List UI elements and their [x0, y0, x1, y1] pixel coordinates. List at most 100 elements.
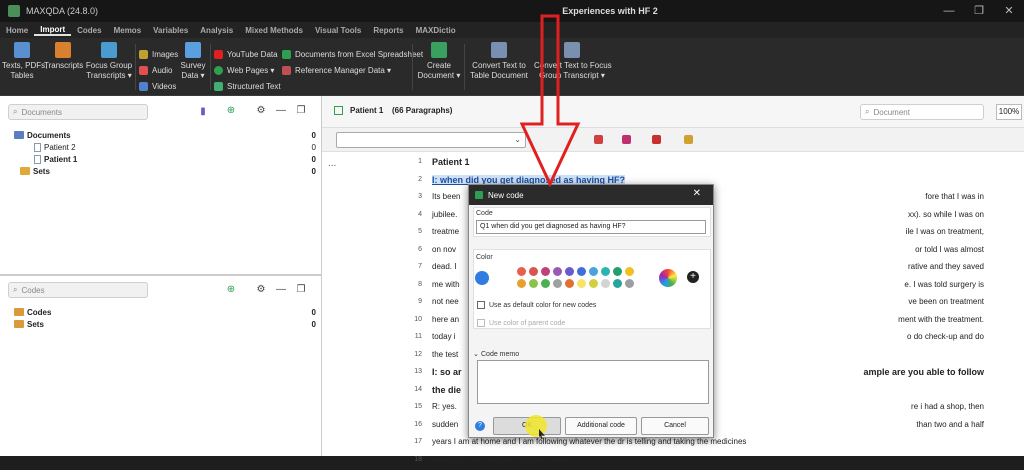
color-wheel-icon[interactable] [659, 269, 677, 287]
create-document-button[interactable]: Create Document ▾ [416, 42, 462, 81]
add-document-icon[interactable]: ⊕ [226, 106, 236, 116]
documents-from-excel-button[interactable]: Documents from Excel Spreadsheet [282, 48, 423, 60]
window-title: Experiences with HF 2 [562, 6, 658, 16]
text-document-icon [34, 154, 41, 164]
additional-code-button[interactable]: Additional code [565, 417, 637, 435]
minimize-panel-icon[interactable]: — [276, 285, 286, 295]
tab-codes[interactable]: Codes [71, 26, 107, 35]
document-search-input[interactable]: ⌕ Document [860, 104, 984, 120]
parent-color-checkbox[interactable] [477, 319, 485, 327]
code-label: Code [476, 210, 493, 217]
color-swatch[interactable] [613, 279, 622, 288]
structured-text-button[interactable]: Structured Text [214, 80, 281, 92]
texts-icon [14, 42, 30, 58]
reference-manager-button[interactable]: Reference Manager Data ▾ [282, 64, 391, 76]
code-select-dropdown[interactable]: ⌄ [336, 132, 526, 148]
color-swatch[interactable] [613, 267, 622, 276]
selected-color-icon[interactable] [475, 271, 489, 285]
color-swatch[interactable] [517, 267, 526, 276]
color-swatch[interactable] [577, 267, 586, 276]
color-swatch[interactable] [625, 267, 634, 276]
add-color-icon[interactable]: + [687, 271, 699, 283]
color-swatch[interactable] [589, 267, 598, 276]
add-code-icon[interactable]: ⊕ [226, 285, 236, 295]
color-swatch[interactable] [625, 279, 634, 288]
structured-text-icon [214, 81, 223, 91]
undock-panel-icon[interactable]: ❐ [296, 106, 306, 116]
close-dialog-button[interactable]: ✕ [693, 188, 701, 199]
color-swatch[interactable] [517, 279, 526, 288]
color-swatch[interactable] [577, 279, 586, 288]
chevron-down-icon[interactable]: ⌄ [473, 350, 479, 358]
color-swatch[interactable] [565, 279, 574, 288]
document-line[interactable]: 18 correctly i have become so much better [322, 452, 1024, 470]
zoom-field[interactable]: 100% [996, 104, 1022, 120]
line-text-right: ample are you able to follow [863, 367, 984, 377]
gear-icon[interactable]: ⚙ [256, 106, 266, 116]
color-swatch[interactable] [601, 279, 610, 288]
color-swatch[interactable] [565, 267, 574, 276]
document-search-input[interactable]: ⌕ Documents [8, 104, 148, 120]
cancel-button[interactable]: Cancel [641, 417, 709, 435]
line-text-right: ile I was on treatment, [905, 227, 984, 236]
sets-icon [20, 167, 30, 175]
tree-codes[interactable]: Codes 0 [14, 306, 320, 318]
line-text-right: or told I was almost [915, 244, 984, 254]
document-line[interactable]: 1 Patient 1 [322, 154, 1024, 172]
close-window-button[interactable]: ✕ [994, 0, 1024, 22]
color-code-icon[interactable] [622, 135, 631, 144]
color-swatch[interactable] [553, 279, 562, 288]
panel-divider[interactable] [0, 274, 322, 276]
help-button[interactable]: ? [475, 421, 485, 431]
texts-pdfs-tables-button[interactable]: Texts, PDFs, Tables [2, 42, 47, 81]
color-swatch[interactable] [589, 279, 598, 288]
color-swatch[interactable] [529, 279, 538, 288]
code-memo-textarea[interactable] [477, 360, 709, 404]
menu-bar: Home Import Codes Memos Variables Analys… [0, 22, 1024, 38]
tab-analysis[interactable]: Analysis [194, 26, 239, 35]
undock-panel-icon[interactable]: ❐ [296, 285, 306, 295]
tab-variables[interactable]: Variables [147, 26, 194, 35]
tab-memos[interactable]: Memos [108, 26, 148, 35]
web-pages-button[interactable]: Web Pages ▾ [214, 64, 274, 76]
pen-icon[interactable] [652, 135, 661, 144]
memo-icon[interactable] [684, 135, 693, 144]
images-button[interactable]: Images [139, 48, 178, 60]
document-icon[interactable]: ▮ [198, 107, 208, 117]
edit-icon[interactable] [334, 106, 343, 115]
tab-mixed-methods[interactable]: Mixed Methods [239, 26, 309, 35]
focus-group-transcripts-button[interactable]: Focus Group Transcripts ▾ [84, 42, 134, 81]
audio-button[interactable]: Audio [139, 64, 172, 76]
tree-documents[interactable]: Documents 0 [14, 129, 320, 141]
survey-data-button[interactable]: Survey Data ▾ [178, 42, 208, 81]
reference-manager-icon [282, 65, 291, 75]
highlight-icon[interactable] [594, 135, 603, 144]
transcripts-button[interactable]: Transcripts [44, 42, 83, 71]
tab-maxdictio[interactable]: MAXDictio [410, 26, 462, 35]
color-swatch[interactable] [541, 267, 550, 276]
tree-patient-1[interactable]: Patient 10 [34, 153, 320, 165]
tab-visual-tools[interactable]: Visual Tools [309, 26, 367, 35]
videos-button[interactable]: Videos [139, 80, 176, 92]
tab-home[interactable]: Home [0, 26, 34, 35]
color-swatch[interactable] [529, 267, 538, 276]
color-swatch[interactable] [553, 267, 562, 276]
youtube-data-button[interactable]: YouTube Data [214, 48, 278, 60]
code-search-input[interactable]: ⌕ Codes [8, 282, 148, 298]
minimize-button[interactable]: — [934, 0, 964, 22]
tree-code-sets[interactable]: Sets 0 [14, 318, 320, 330]
tab-reports[interactable]: Reports [367, 26, 409, 35]
tree-sets[interactable]: Sets 0 [20, 165, 320, 177]
convert-text-to-focus-group-button[interactable]: Convert Text to Focus Group Transcript ▾ [534, 42, 612, 81]
convert-text-to-table-button[interactable]: Convert Text to Table Document [468, 42, 530, 81]
gear-icon[interactable]: ⚙ [256, 285, 266, 295]
color-swatch[interactable] [601, 267, 610, 276]
tab-import[interactable]: Import [34, 25, 72, 36]
tree-patient-2[interactable]: Patient 20 [34, 141, 320, 153]
color-swatch[interactable] [541, 279, 550, 288]
maximize-button[interactable]: ❐ [964, 0, 994, 22]
code-name-input[interactable]: Q1 when did you get diagnosed as having … [476, 220, 706, 234]
default-color-checkbox[interactable] [477, 301, 485, 309]
minimize-panel-icon[interactable]: — [276, 106, 286, 116]
line-number: 5 [418, 228, 422, 235]
